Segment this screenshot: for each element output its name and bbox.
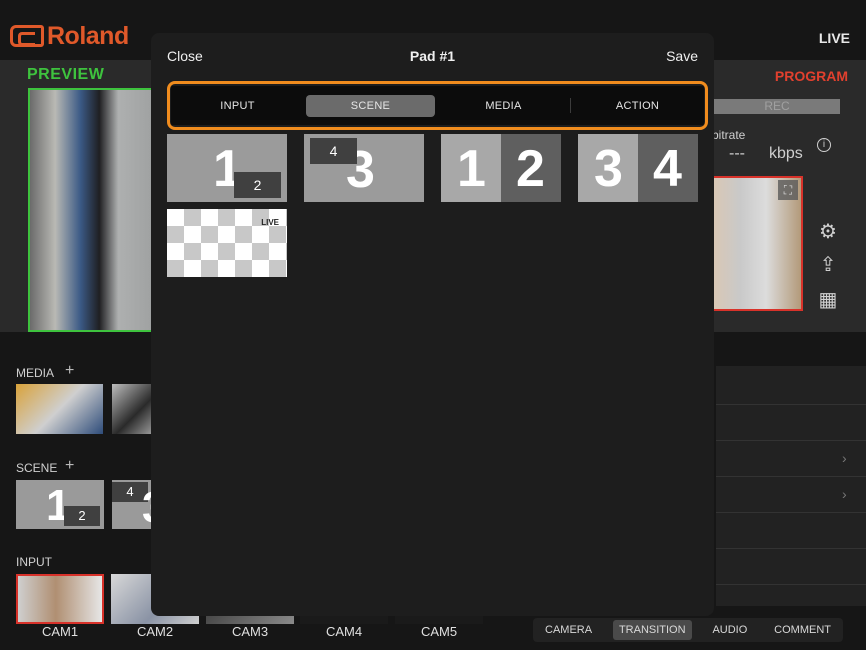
rec-indicator[interactable]: REC [714, 99, 840, 114]
modal-title: Pad #1 [409, 48, 456, 64]
tab-scene[interactable]: SCENE [306, 94, 435, 117]
tab-camera[interactable]: CAMERA [539, 620, 598, 640]
scene-sub-number: 4 [310, 138, 357, 164]
scene-option-split-1-2[interactable]: 1 2 [441, 134, 561, 202]
side-divider [716, 404, 866, 405]
media-thumbnail[interactable] [16, 384, 103, 434]
cam-label: CAM2 [136, 624, 174, 639]
pad-settings-modal: Close Pad #1 Save INPUT SCENE MEDIA ACTI… [151, 33, 714, 616]
roland-logo: Roland [10, 22, 129, 50]
roland-mark-icon [10, 25, 44, 47]
tab-action[interactable]: ACTION [571, 95, 704, 117]
tab-audio[interactable]: AUDIO [706, 620, 753, 640]
scene-option-pip-1-2[interactable]: 1 2 [167, 134, 287, 202]
app-window: Roland LIVE PREVIEW PROGRAM REC bitrate … [0, 0, 866, 650]
brand-name: Roland [47, 21, 129, 50]
tab-media[interactable]: MEDIA [437, 95, 570, 117]
side-divider [716, 512, 866, 513]
media-thumbnail[interactable] [112, 384, 152, 434]
scene-option-pip-3-4[interactable]: 3 4 [304, 134, 424, 202]
scene-option-live[interactable]: LIVE [167, 209, 287, 277]
live-status[interactable]: LIVE [819, 30, 850, 46]
side-divider [716, 476, 866, 477]
cam-label: CAM4 [325, 624, 363, 639]
program-label: PROGRAM [774, 68, 848, 84]
side-divider [716, 548, 866, 549]
preview-label: PREVIEW [27, 66, 105, 83]
info-icon[interactable]: i [817, 138, 831, 152]
scene-option-split-3-4[interactable]: 3 4 [578, 134, 698, 202]
side-divider [716, 440, 866, 441]
tab-comment[interactable]: COMMENT [768, 620, 837, 640]
save-button[interactable]: Save [666, 48, 698, 64]
input-section-label: INPUT [16, 555, 52, 569]
bitrate-value: --- [729, 145, 745, 162]
bitrate-unit: kbps [769, 145, 803, 162]
modal-header: Close Pad #1 Save [151, 33, 714, 77]
settings-gear-icon[interactable]: ⚙ [816, 220, 840, 244]
bitrate-label: bitrate [712, 128, 746, 142]
scene-thumb-small: 2 [64, 506, 100, 526]
scene-left-number: 1 [457, 140, 486, 198]
scene-right-number: 4 [653, 140, 682, 198]
scene-right-number: 2 [516, 140, 545, 198]
live-badge: LIVE [261, 218, 279, 227]
add-media-icon[interactable]: + [65, 362, 74, 380]
cam-label: CAM1 [41, 624, 79, 639]
cam-label: CAM3 [231, 624, 269, 639]
side-divider [716, 584, 866, 585]
expand-icon[interactable]: ⛶ [778, 180, 798, 200]
media-section-label: MEDIA [16, 366, 55, 380]
cam-label: CAM5 [420, 624, 458, 639]
tab-input[interactable]: INPUT [171, 95, 304, 117]
scene-sub-number: 2 [234, 172, 281, 198]
bottom-tab-bar: CAMERA TRANSITION AUDIO COMMENT [533, 618, 843, 642]
preview-video[interactable] [28, 88, 158, 332]
scene-thumbnail[interactable]: 4 3 [112, 480, 166, 530]
share-icon[interactable]: ⇪ [816, 253, 840, 277]
add-scene-icon[interactable]: + [65, 457, 74, 475]
grid-layout-icon[interactable]: ▦ [816, 288, 840, 312]
input-thumbnail-cam1[interactable] [16, 574, 104, 624]
scene-left-number: 3 [594, 140, 623, 198]
chevron-right-icon[interactable]: › [842, 486, 847, 502]
scene-thumbnail[interactable]: 1 2 [16, 480, 104, 529]
chevron-right-icon[interactable]: › [842, 450, 847, 466]
tab-transition[interactable]: TRANSITION [612, 620, 692, 640]
scene-section-label: SCENE [16, 461, 58, 475]
pad-type-segmented-control: INPUT SCENE MEDIA ACTION [171, 86, 704, 125]
